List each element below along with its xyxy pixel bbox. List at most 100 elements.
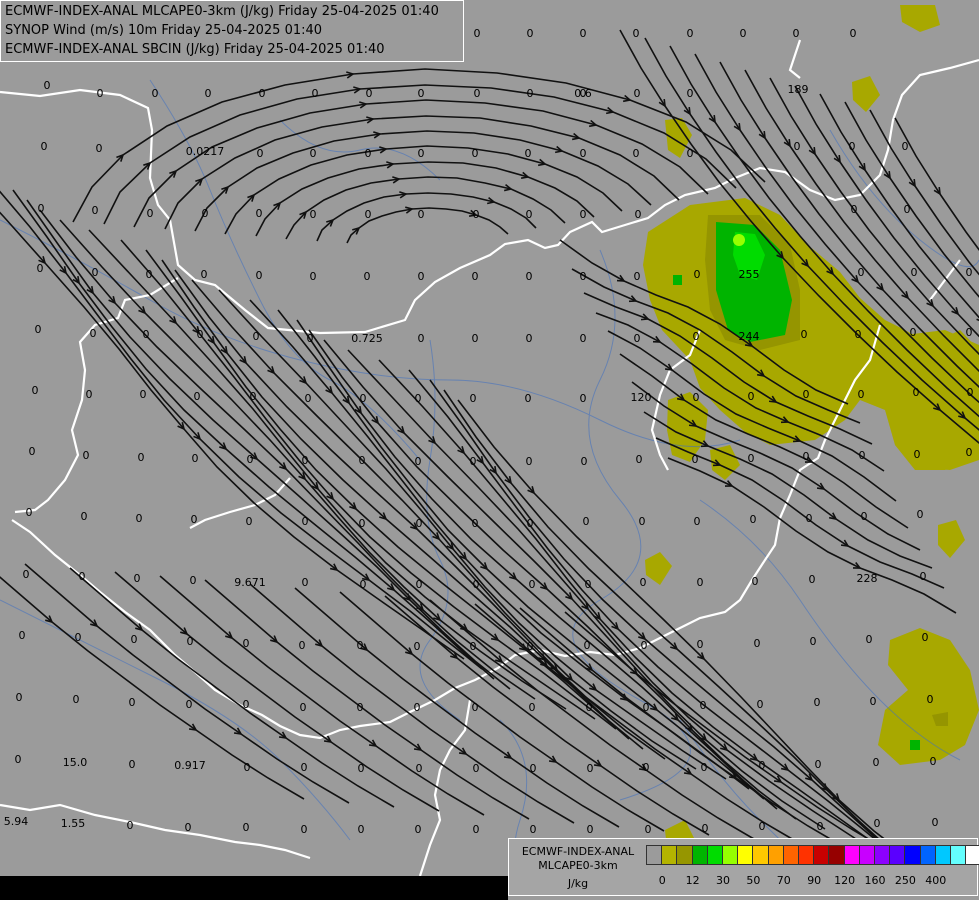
cin-label: 0 bbox=[920, 570, 927, 583]
cin-label: 0 bbox=[416, 762, 423, 775]
cin-label: 0 bbox=[26, 506, 33, 519]
cin-label: 0 bbox=[870, 695, 877, 708]
cin-label: 0 bbox=[809, 573, 816, 586]
cin-label: 0 bbox=[757, 698, 764, 711]
cin-label: 120 bbox=[631, 391, 652, 404]
cin-label: 0 bbox=[244, 761, 251, 774]
cin-label: 0 bbox=[584, 639, 591, 652]
cin-label: 0 bbox=[470, 455, 477, 468]
streamline bbox=[655, 437, 945, 589]
cin-label: 9.671 bbox=[234, 576, 266, 589]
cin-label: 0 bbox=[473, 823, 480, 836]
cin-label: 0 bbox=[305, 392, 312, 405]
cin-label: 0 bbox=[312, 87, 319, 100]
cin-label: 0 bbox=[301, 823, 308, 836]
cin-label: 0 bbox=[19, 629, 26, 642]
cin-label: 0 bbox=[580, 332, 587, 345]
cin-label: 0 bbox=[307, 332, 314, 345]
cin-label: 0 bbox=[247, 453, 254, 466]
legend-tick: 400 bbox=[925, 874, 947, 887]
cin-label: 0 bbox=[474, 27, 481, 40]
cin-label: 0 bbox=[358, 823, 365, 836]
cin-label: 0 bbox=[529, 701, 536, 714]
cin-label: 1.55 bbox=[61, 817, 86, 830]
streamline bbox=[0, 576, 305, 800]
cin-label: 0 bbox=[580, 392, 587, 405]
cin-label: 0 bbox=[636, 453, 643, 466]
cin-label: 0 bbox=[415, 823, 422, 836]
cin-label: 0 bbox=[23, 568, 30, 581]
cin-label: 228 bbox=[857, 572, 878, 585]
cin-label: 0 bbox=[759, 820, 766, 833]
cin-label: 0 bbox=[16, 691, 23, 704]
cin-label: 0 bbox=[635, 208, 642, 221]
cin-label: 0 bbox=[186, 698, 193, 711]
cin-label: 0 bbox=[693, 391, 700, 404]
cin-label: 0 bbox=[300, 701, 307, 714]
cin-label: 0 bbox=[38, 202, 45, 215]
cin-label: 0 bbox=[526, 208, 533, 221]
cin-label: 0 bbox=[803, 388, 810, 401]
cin-label: 0 bbox=[134, 572, 141, 585]
legend-tick: 12 bbox=[685, 874, 700, 887]
cin-label: 0 bbox=[472, 270, 479, 283]
cin-label: 0 bbox=[866, 633, 873, 646]
cin-label: 0 bbox=[585, 578, 592, 591]
legend-swatch bbox=[904, 845, 921, 865]
cin-label: 0 bbox=[967, 386, 974, 399]
cin-label: 0 bbox=[414, 701, 421, 714]
cin-label: 0 bbox=[357, 701, 364, 714]
legend-swatch bbox=[813, 845, 830, 865]
cin-label: 0 bbox=[692, 453, 699, 466]
cin-label: 0 bbox=[131, 633, 138, 646]
cin-label: 0 bbox=[416, 517, 423, 530]
cin-label: 0 bbox=[580, 147, 587, 160]
cin-label: 0 bbox=[927, 693, 934, 706]
cin-label: 0 bbox=[702, 822, 709, 835]
legend-tick: 0 bbox=[658, 874, 666, 887]
bottom-black-bar bbox=[0, 876, 508, 900]
legend-swatch bbox=[706, 845, 723, 865]
cin-label: 15.0 bbox=[63, 756, 88, 769]
cin-label: 0 bbox=[701, 761, 708, 774]
cin-label: 0 bbox=[583, 515, 590, 528]
legend-title: ECMWF-INDEX-ANAL bbox=[521, 845, 635, 858]
cin-label: 189 bbox=[788, 83, 809, 96]
cin-label: 0 bbox=[634, 270, 641, 283]
legend-swatch bbox=[965, 845, 979, 865]
cin-label: 0 bbox=[645, 823, 652, 836]
cin-label: 0 bbox=[415, 455, 422, 468]
cin-label: 0 bbox=[414, 640, 421, 653]
cin-label: 0 bbox=[850, 27, 857, 40]
cin-label: 0 bbox=[41, 140, 48, 153]
legend-swatch bbox=[874, 845, 891, 865]
cin-label: 0 bbox=[748, 390, 755, 403]
cin-label: 0 bbox=[243, 698, 250, 711]
cin-label: 0 bbox=[32, 384, 39, 397]
legend-swatch bbox=[737, 845, 754, 865]
cin-label: 0 bbox=[693, 330, 700, 343]
legend-swatch bbox=[752, 845, 769, 865]
legend-tick: 30 bbox=[716, 874, 730, 887]
cin-label: 0 bbox=[815, 758, 822, 771]
cin-label: 0 bbox=[525, 147, 532, 160]
legend-tick: 160 bbox=[864, 874, 886, 887]
cin-label: 255 bbox=[739, 268, 760, 281]
cin-label: 0 bbox=[750, 513, 757, 526]
cin-label: 0 bbox=[310, 270, 317, 283]
cin-label: 0.0217 bbox=[186, 145, 225, 158]
cin-label: 0 bbox=[806, 512, 813, 525]
legend-subtitle: MLCAPE0-3km bbox=[538, 859, 618, 872]
cin-label: 0 bbox=[581, 455, 588, 468]
legend-tick: 50 bbox=[746, 874, 761, 887]
cin-label: 0 bbox=[302, 515, 309, 528]
cin-label: 0 bbox=[580, 27, 587, 40]
cin-label: 0 bbox=[92, 204, 99, 217]
legend-tick: 250 bbox=[894, 874, 916, 887]
cin-label: 0 bbox=[86, 388, 93, 401]
cin-label: 0 bbox=[700, 699, 707, 712]
cin-label: 0 bbox=[140, 388, 147, 401]
cin-label: 0 bbox=[904, 203, 911, 216]
cin-label: 0 bbox=[527, 640, 534, 653]
cin-label: 0 bbox=[97, 87, 104, 100]
